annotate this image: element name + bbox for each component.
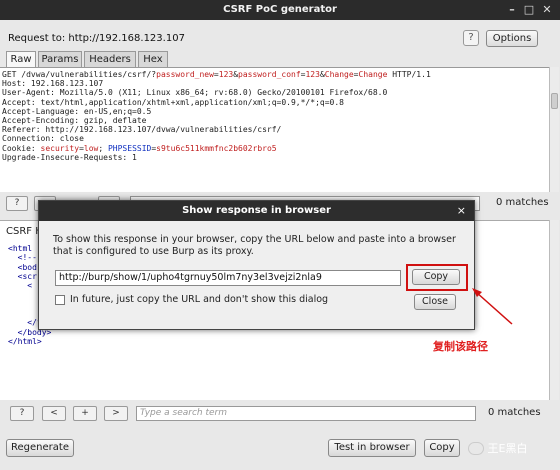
regenerate-button[interactable]: Regenerate (6, 439, 74, 457)
close-window-icon[interactable]: ✕ (540, 3, 554, 17)
request-match-count: 0 matches (496, 197, 549, 208)
dialog-message: To show this response in your browser, c… (53, 234, 456, 257)
tab-hex[interactable]: Hex (138, 51, 168, 67)
help-button[interactable]: ? (463, 30, 479, 46)
request-line-3: User-Agent: Mozilla/5.0 (X11; Linux x86_… (2, 88, 388, 98)
dialog-close-button[interactable]: Close (414, 294, 456, 310)
dialog-title: Show response in browser (39, 201, 474, 221)
request-line-5: Accept-Language: en-US,en;q=0.5 (2, 106, 152, 116)
request-scrollbar[interactable] (549, 67, 559, 192)
request-line-7: Referer: http://192.168.123.107/dvwa/vul… (2, 125, 282, 135)
window-title: CSRF PoC generator (223, 4, 337, 15)
html-search-prev-button[interactable]: < (42, 406, 66, 421)
raw-request-editor[interactable]: GET /dvwa/vulnerabilities/csrf/?password… (0, 67, 549, 192)
copy-url-button[interactable]: Copy (412, 269, 460, 285)
html-search-add-button[interactable]: + (73, 406, 97, 421)
future-copy-checkbox[interactable] (55, 295, 65, 305)
request-line-9: Cookie: security=low; PHPSESSID=s9tu6c51… (2, 143, 277, 153)
copy-html-button[interactable]: Copy (424, 439, 460, 457)
request-scroll-thumb[interactable] (551, 93, 558, 109)
show-response-dialog: Show response in browser × To show this … (38, 200, 475, 330)
request-line-1: GET /dvwa/vulnerabilities/csrf/?password… (2, 70, 431, 79)
tab-params[interactable]: Params (38, 51, 82, 67)
test-in-browser-button[interactable]: Test in browser (328, 439, 416, 457)
minimize-icon[interactable]: – (505, 3, 519, 17)
future-copy-label: In future, just copy the URL and don't s… (70, 294, 329, 305)
dialog-close-icon[interactable]: × (457, 201, 466, 221)
html-search-next-button[interactable]: > (104, 406, 128, 421)
request-url: http://192.168.123.107 (68, 33, 185, 44)
request-line-10: Upgrade-Insecure-Requests: 1 (2, 152, 137, 162)
request-line-4: Accept: text/html,application/xhtml+xml,… (2, 97, 344, 107)
html-search-input[interactable]: Type a search term (136, 406, 476, 421)
request-label: Request to: (8, 33, 66, 44)
wechat-icon (468, 441, 484, 455)
tab-headers[interactable]: Headers (84, 51, 136, 67)
title-bar: CSRF PoC generator – □ ✕ (0, 0, 560, 20)
csrf-poc-window: CSRF PoC generator – □ ✕ Request to: htt… (0, 0, 560, 470)
watermark: 王E黑白 (468, 440, 554, 462)
response-url-field[interactable]: http://burp/show/1/upho4tgrnuy50lm7ny3el… (55, 270, 401, 286)
options-button[interactable]: Options (486, 30, 538, 47)
tab-raw[interactable]: Raw (6, 51, 36, 67)
request-line-6: Accept-Encoding: gzip, deflate (2, 116, 147, 126)
annotation-arrow (472, 288, 513, 325)
maximize-icon[interactable]: □ (522, 3, 536, 17)
html-match-count: 0 matches (488, 407, 541, 418)
annotation-text: 复制该路径 (433, 340, 488, 353)
request-line-8: Connection: close (2, 134, 84, 144)
request-target: Request to: http://192.168.123.107 (8, 33, 185, 44)
search-help-button[interactable]: ? (6, 196, 28, 211)
html-scrollbar[interactable] (549, 220, 559, 400)
request-line-2: Host: 192.168.123.107 (2, 79, 104, 89)
html-search-help-button[interactable]: ? (10, 406, 34, 421)
